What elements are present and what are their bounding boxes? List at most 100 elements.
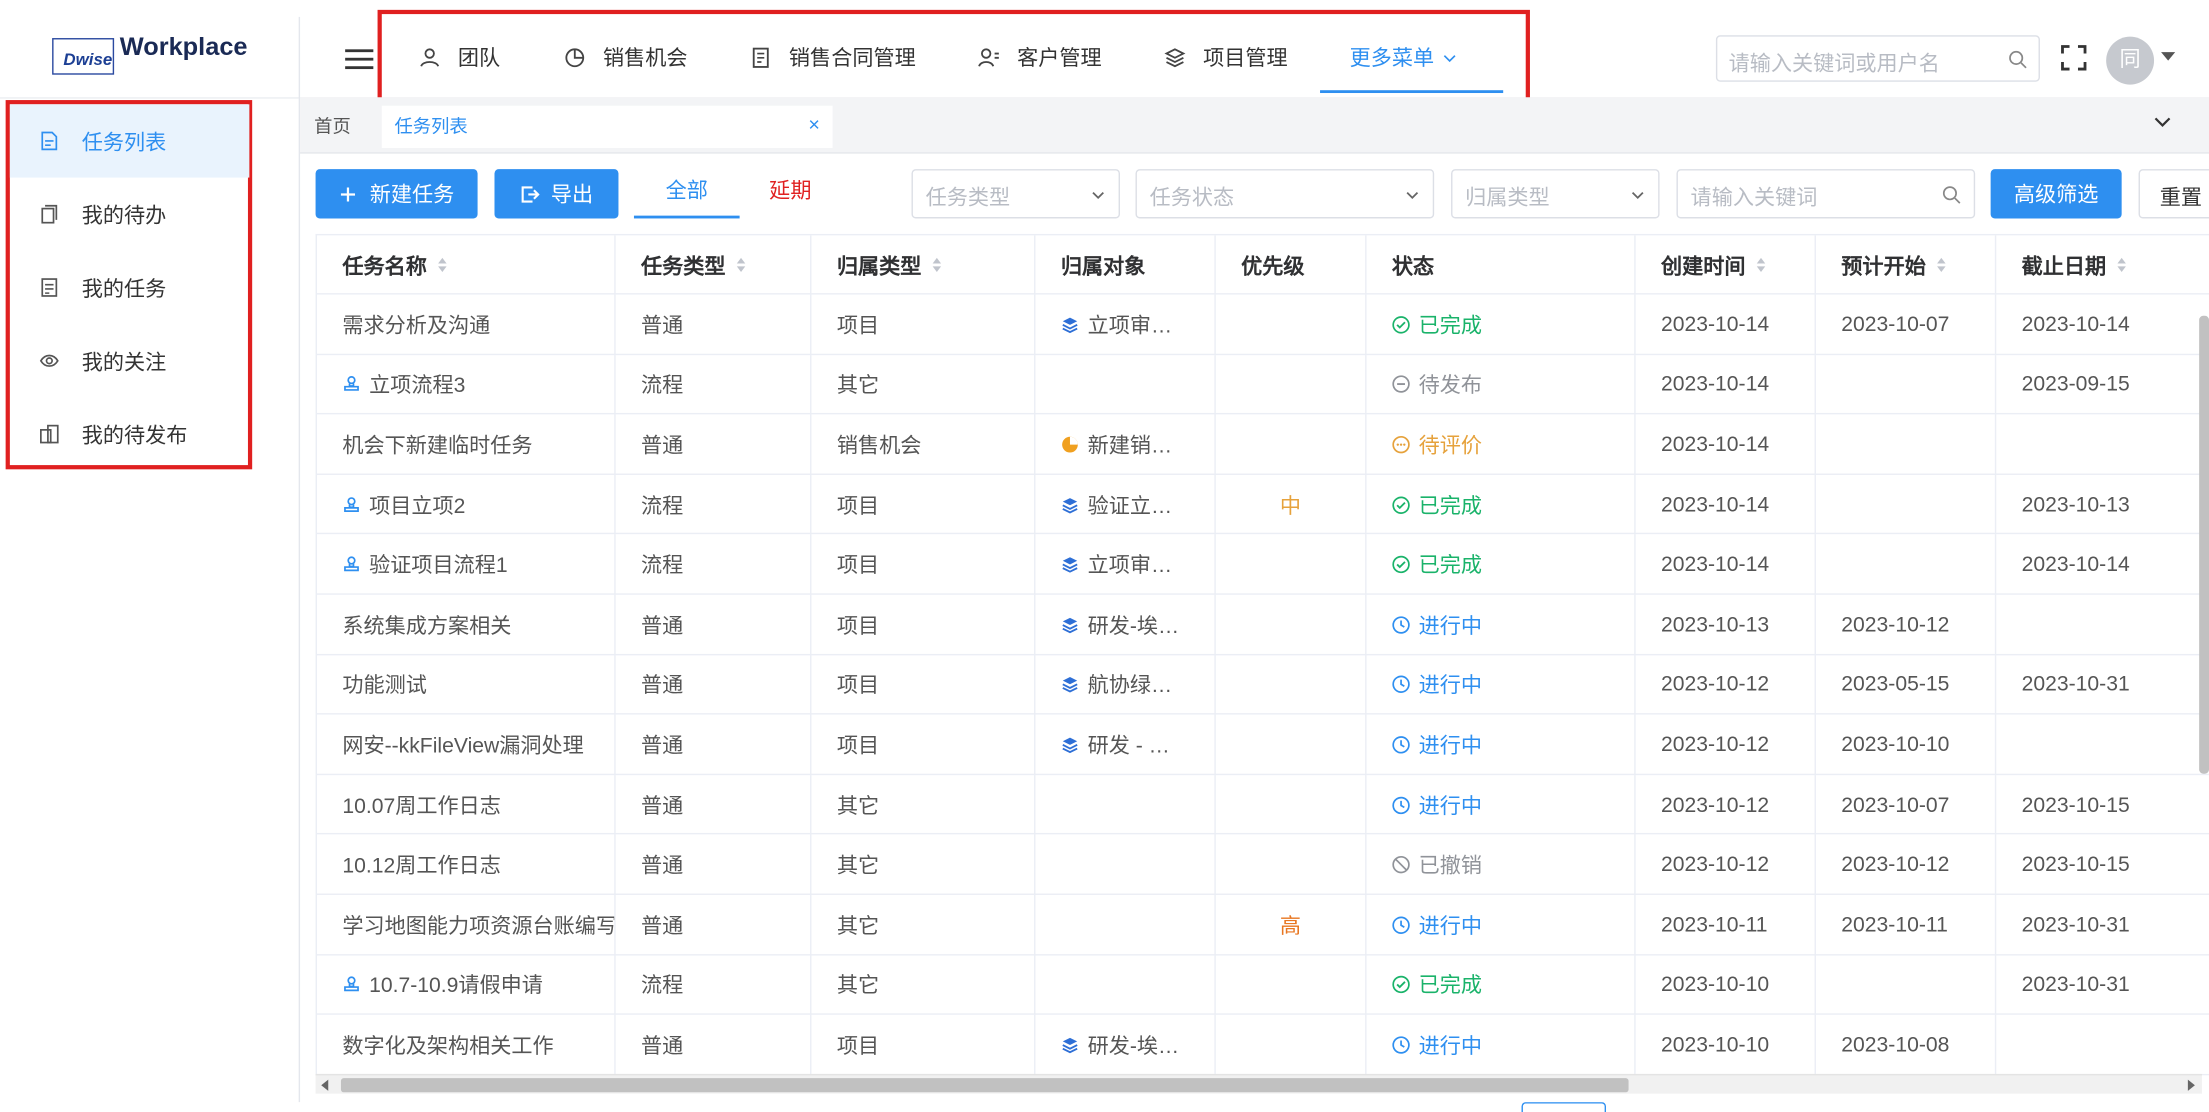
sidebar-item-my-tasks[interactable]: 我的任务	[10, 251, 249, 324]
sidebar-item-my-publish[interactable]: 我的待发布	[10, 397, 249, 470]
tab-home[interactable]: 首页	[314, 109, 351, 148]
sort-icon[interactable]	[736, 257, 747, 273]
select-placeholder: 任务状态	[1149, 186, 1235, 210]
chevron-down-icon[interactable]	[2153, 111, 2173, 131]
filter-tab-all[interactable]: 全部	[633, 171, 740, 219]
cell-text: 2023-10-10	[1841, 732, 1950, 757]
scrollbar-thumb[interactable]	[340, 1078, 1629, 1093]
table-cell-priority	[1216, 534, 1367, 595]
table-cell-due: 2023-09-15	[1996, 355, 2209, 415]
table-row[interactable]: 机会下新建临时任务 普通 销售机会 新建销… 待评价 2023-10-14	[316, 414, 2209, 475]
sort-icon[interactable]	[1756, 257, 1767, 273]
column-header[interactable]: 状态	[1367, 235, 1636, 295]
keyword-search-input[interactable]: 请输入关键词	[1676, 169, 1976, 219]
cell-text: 高	[1279, 914, 1302, 939]
tab-task-list[interactable]: 任务列表 ×	[381, 105, 833, 148]
reset-button[interactable]: 重置	[2138, 169, 2209, 219]
table-cell-name[interactable]: 数字化及架构相关工作	[317, 1015, 616, 1075]
table-row[interactable]: 网安--kkFileView漏洞处理 普通 项目 研发 - … 进行中 2023-10-1…	[316, 714, 2209, 775]
table-row[interactable]: 系统集成方案相关 普通 项目 研发-埃… 进行中 2023-10-13 2023-10-12	[316, 594, 2209, 655]
column-header[interactable]: 归属类型	[811, 235, 1036, 295]
cell-text: 其它	[836, 794, 880, 819]
column-header[interactable]: 优先级	[1216, 235, 1367, 295]
table-cell-name[interactable]: 学习地图能力项资源台账编写	[317, 894, 616, 955]
column-header[interactable]: 创建时间	[1636, 235, 1816, 295]
search-icon[interactable]	[1941, 185, 1961, 205]
table-cell-name[interactable]: 10.12周工作日志	[317, 834, 616, 895]
table-cell-start: 2023-10-07	[1816, 294, 1997, 355]
menu-toggle-icon[interactable]	[345, 49, 374, 70]
sort-icon[interactable]	[1937, 257, 1947, 273]
table-row[interactable]: 功能测试 普通 项目 航协绿… 进行中 2023-10-12 2023-05-15 2023-…	[316, 654, 2209, 715]
cell-text: 2023-10-12	[1660, 852, 1770, 877]
new-task-button[interactable]: 新建任务	[315, 169, 478, 219]
clock-icon	[1392, 616, 1410, 634]
cell-text: 研发-埃…	[1087, 1034, 1180, 1059]
table-cell-name[interactable]: 验证项目流程1	[317, 534, 616, 595]
table-cell-owner-type: 其它	[811, 354, 1036, 415]
vertical-scrollbar-thumb[interactable]	[2199, 315, 2209, 774]
search-placeholder: 请输入关键词或用户名	[1728, 52, 1940, 77]
cell-text: 已完成	[1418, 554, 1483, 579]
table-row[interactable]: 数字化及架构相关工作 普通 项目 研发-埃… 进行中 2023-10-10 2023-10-…	[316, 1015, 2209, 1075]
sidebar-item-task-list[interactable]: 任务列表	[9, 104, 250, 178]
table-cell-due: 2023-10-31	[1996, 655, 2209, 715]
table-row[interactable]: 项目立项2 流程 项目 验证立… 中 已完成 2023-10-14 2023-10-13	[316, 474, 2209, 535]
table-cell-name[interactable]: 10.7-10.9请假申请	[317, 954, 616, 1015]
eye-icon	[39, 354, 59, 367]
sort-icon[interactable]	[2117, 257, 2127, 273]
select-placeholder: 任务类型	[925, 186, 1011, 210]
table-cell-name[interactable]: 立项流程3	[317, 354, 616, 415]
table-cell-type: 普通	[616, 654, 812, 715]
global-search-input[interactable]: 请输入关键词或用户名	[1715, 35, 2040, 82]
scroll-right-icon[interactable]	[2187, 1079, 2195, 1091]
column-header[interactable]: 任务类型	[616, 235, 812, 295]
cell-text: 立项审…	[1087, 554, 1173, 579]
table-row[interactable]: 学习地图能力项资源台账编写 普通 其它 高 进行中 2023-10-11 2023-10-1…	[316, 894, 2209, 955]
search-icon[interactable]	[2008, 49, 2028, 69]
logo[interactable]: Dwise Workplace	[52, 32, 248, 75]
sidebar-item-my-todo[interactable]: 我的待办	[10, 178, 249, 251]
owner-type-select[interactable]: 归属类型	[1451, 169, 1660, 219]
filter-tab-delay[interactable]: 延期	[740, 171, 841, 219]
table-row[interactable]: 验证项目流程1 流程 项目 立项审… 已完成 2023-10-14 2023-10-14	[316, 534, 2209, 595]
advanced-filter-button[interactable]: 高级筛选	[1990, 169, 2122, 219]
avatar[interactable]: 同	[2106, 36, 2155, 85]
column-header[interactable]: 截止日期	[1996, 235, 2209, 294]
close-icon[interactable]: ×	[808, 113, 820, 136]
table-row[interactable]: 10.7-10.9请假申请 流程 其它 已完成 2023-10-10 2023-10-31	[316, 954, 2209, 1015]
sort-icon[interactable]	[932, 257, 943, 273]
table-cell-start: 2023-10-12	[1816, 834, 1997, 895]
table-cell-start: 2023-10-07	[1816, 774, 1997, 835]
export-button[interactable]: 导出	[494, 169, 619, 219]
sidebar-item-my-follow[interactable]: 我的关注	[10, 324, 249, 397]
column-header[interactable]: 归属对象	[1035, 235, 1216, 295]
table-row[interactable]: 10.12周工作日志 普通 其它 已撤销 2023-10-12 2023-10-12 202…	[316, 834, 2209, 895]
table-cell-name[interactable]: 需求分析及沟通	[317, 294, 616, 355]
pagination-current[interactable]	[1521, 1102, 1607, 1112]
table-cell-name[interactable]: 系统集成方案相关	[317, 594, 616, 655]
horizontal-scrollbar[interactable]	[315, 1073, 2202, 1094]
column-header-label: 任务名称	[342, 254, 427, 279]
cell-text: 2023-10-14	[1660, 432, 1770, 457]
task-status-select[interactable]: 任务状态	[1135, 169, 1435, 219]
column-header[interactable]: 预计开始	[1816, 235, 1997, 295]
table-cell-name[interactable]: 机会下新建临时任务	[317, 414, 616, 475]
table-cell-due	[1996, 1015, 2209, 1075]
table-cell-name[interactable]: 10.07周工作日志	[317, 774, 616, 835]
sort-icon[interactable]	[438, 257, 448, 273]
task-type-select[interactable]: 任务类型	[911, 169, 1120, 219]
table-cell-name[interactable]: 功能测试	[317, 654, 616, 715]
table-cell-owner	[1035, 954, 1216, 1015]
scroll-left-icon[interactable]	[321, 1079, 329, 1091]
cell-text: 10.7-10.9请假申请	[369, 974, 543, 999]
table-row[interactable]: 需求分析及沟通 普通 项目 立项审… 已完成 2023-10-14 2023-10-07 20…	[316, 294, 2209, 355]
cell-text: 2023-10-15	[2021, 792, 2130, 817]
caret-down-icon[interactable]	[2161, 52, 2176, 61]
fullscreen-icon[interactable]	[2060, 44, 2088, 72]
table-cell-name[interactable]: 网安--kkFileView漏洞处理	[317, 714, 616, 775]
table-cell-name[interactable]: 项目立项2	[317, 474, 616, 535]
table-row[interactable]: 10.07周工作日志 普通 其它 进行中 2023-10-12 2023-10-07 202…	[316, 774, 2209, 835]
column-header[interactable]: 任务名称	[317, 235, 616, 295]
table-row[interactable]: 立项流程3 流程 其它 待发布 2023-10-14 2023-09-15	[316, 354, 2209, 415]
